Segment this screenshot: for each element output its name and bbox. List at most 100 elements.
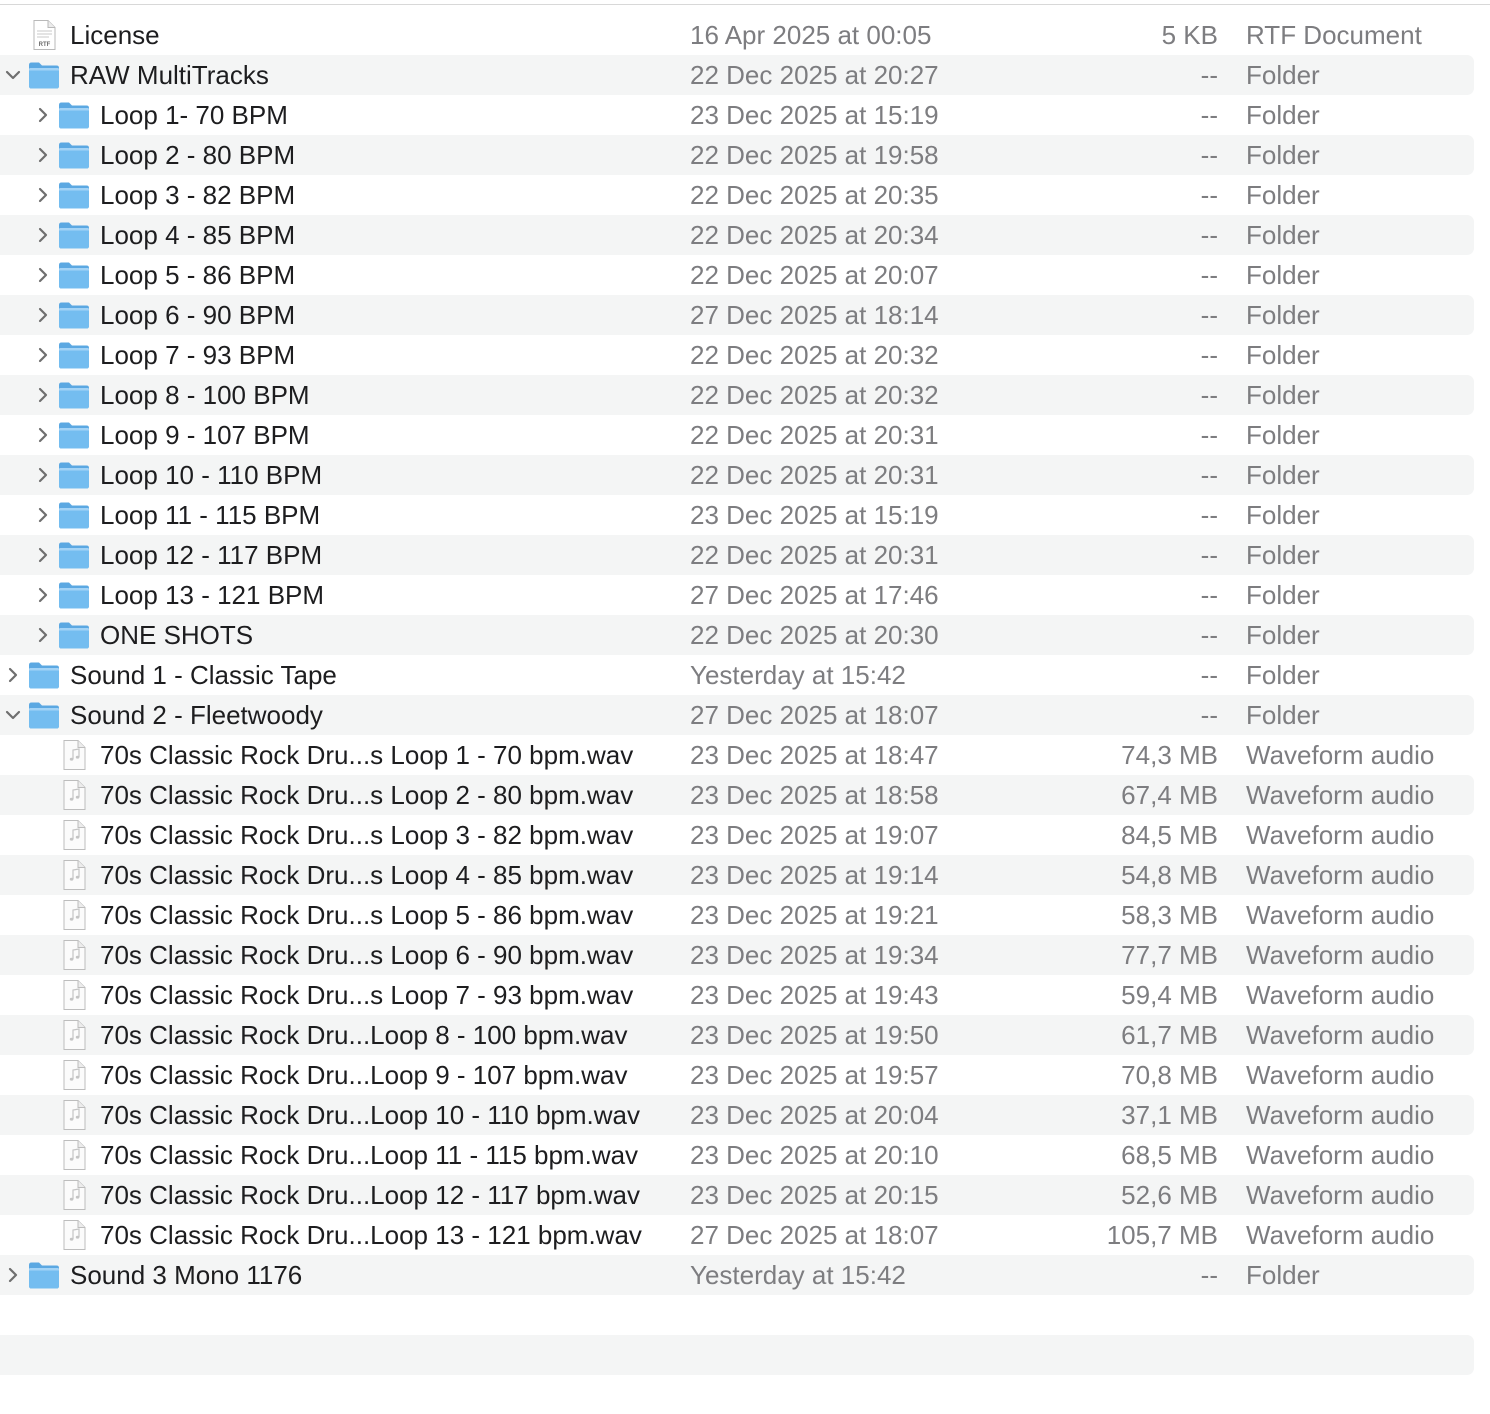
file-kind: Folder (1246, 180, 1320, 210)
item-name: 70s Classic Rock Dru...Loop 11 - 115 bpm… (100, 1140, 639, 1170)
chevron-right-icon[interactable] (31, 543, 55, 567)
file-row[interactable]: 70s Classic Rock Dru...Loop 12 - 117 bpm… (0, 1175, 1490, 1215)
file-row[interactable]: 70s Classic Rock Dru...s Loop 6 - 90 bpm… (0, 935, 1490, 975)
chevron-right-icon[interactable] (31, 463, 55, 487)
folder-row[interactable]: Loop 5 - 86 BPM 22 Dec 2025 at 20:07 -- Fol… (0, 255, 1490, 295)
file-kind: Waveform audio (1246, 1020, 1435, 1050)
file-size: -- (1200, 540, 1218, 570)
file-size: 61,7 MB (1121, 1020, 1218, 1050)
file-kind: Waveform audio (1246, 1180, 1435, 1210)
item-name: ONE SHOTS (100, 620, 254, 650)
file-row[interactable]: 70s Classic Rock Dru...Loop 9 - 107 bpm.… (0, 1055, 1490, 1095)
file-kind: Folder (1246, 300, 1320, 330)
date-modified: 22 Dec 2025 at 20:07 (690, 260, 939, 290)
file-row[interactable]: 70s Classic Rock Dru...s Loop 7 - 93 bpm… (0, 975, 1490, 1015)
folder-row[interactable]: Loop 1- 70 BPM 23 Dec 2025 at 15:19 -- Fold… (0, 95, 1490, 135)
chevron-right-icon[interactable] (31, 303, 55, 327)
file-kind: Waveform audio (1246, 780, 1435, 810)
date-modified: 23 Dec 2025 at 19:57 (690, 1060, 939, 1090)
chevron-right-icon[interactable] (1, 663, 25, 687)
chevron-right-icon[interactable] (31, 583, 55, 607)
folder-row[interactable]: Loop 3 - 82 BPM 22 Dec 2025 at 20:35 -- Fol… (0, 175, 1490, 215)
chevron-right-icon[interactable] (31, 383, 55, 407)
file-size: 58,3 MB (1121, 900, 1218, 930)
item-name: Loop 8 - 100 BPM (100, 380, 310, 410)
rtf-document-icon: RTF (27, 19, 61, 51)
folder-row[interactable]: Sound 1 - Classic Tape Yesterday at 15:42… (0, 655, 1490, 695)
folder-icon (57, 499, 91, 531)
file-size: 74,3 MB (1121, 740, 1218, 770)
file-row[interactable]: 70s Classic Rock Dru...s Loop 5 - 86 bpm… (0, 895, 1490, 935)
chevron-right-icon[interactable] (31, 143, 55, 167)
folder-row[interactable]: ONE SHOTS 22 Dec 2025 at 20:30 -- Folder (0, 615, 1490, 655)
item-name: Loop 9 - 107 BPM (100, 420, 310, 450)
folder-icon (57, 459, 91, 491)
file-row[interactable]: 70s Classic Rock Dru...Loop 13 - 121 bpm… (0, 1215, 1490, 1255)
file-size: -- (1200, 300, 1218, 330)
file-row[interactable]: 70s Classic Rock Dru...Loop 10 - 110 bpm… (0, 1095, 1490, 1135)
audio-file-icon (57, 979, 91, 1011)
folder-row[interactable]: Loop 9 - 107 BPM 22 Dec 2025 at 20:31 -- Fo… (0, 415, 1490, 455)
folder-row[interactable]: Loop 13 - 121 BPM 27 Dec 2025 at 17:46 -- F… (0, 575, 1490, 615)
file-row[interactable]: 70s Classic Rock Dru...s Loop 3 - 82 bpm… (0, 815, 1490, 855)
date-modified: 22 Dec 2025 at 20:27 (690, 60, 939, 90)
folder-row[interactable]: Sound 2 - Fleetwoody 27 Dec 2025 at 18:07… (0, 695, 1490, 735)
file-row[interactable]: 70s Classic Rock Dru...s Loop 1 - 70 bpm… (0, 735, 1490, 775)
folder-row[interactable]: Loop 11 - 115 BPM 23 Dec 2025 at 15:19 -- F… (0, 495, 1490, 535)
chevron-right-icon[interactable] (1, 1263, 25, 1287)
item-name: 70s Classic Rock Dru...Loop 9 - 107 bpm.… (100, 1060, 628, 1090)
folder-row[interactable]: Loop 2 - 80 BPM 22 Dec 2025 at 19:58 -- Fol… (0, 135, 1490, 175)
chevron-right-icon[interactable] (31, 183, 55, 207)
file-row[interactable]: 70s Classic Rock Dru...s Loop 4 - 85 bpm… (0, 855, 1490, 895)
folder-row[interactable]: RAW MultiTracks 22 Dec 2025 at 20:27 -- Fol… (0, 55, 1490, 95)
date-modified: 27 Dec 2025 at 18:07 (690, 1220, 939, 1250)
file-kind: Folder (1246, 700, 1320, 730)
item-name: Loop 3 - 82 BPM (100, 180, 296, 210)
file-row[interactable]: RTF License 16 Apr 2025 at 00:05 5 KB RTF D… (0, 15, 1490, 55)
audio-file-icon (57, 779, 91, 811)
folder-row[interactable]: Loop 7 - 93 BPM 22 Dec 2025 at 20:32 -- Fol… (0, 335, 1490, 375)
file-size: -- (1200, 180, 1218, 210)
chevron-right-icon[interactable] (31, 103, 55, 127)
folder-row[interactable]: Loop 10 - 110 BPM 22 Dec 2025 at 20:31 -- F… (0, 455, 1490, 495)
file-size: 52,6 MB (1121, 1180, 1218, 1210)
item-name: Loop 1- 70 BPM (100, 100, 288, 130)
item-name: 70s Classic Rock Dru...s Loop 7 - 93 bpm… (100, 980, 634, 1010)
date-modified: 22 Dec 2025 at 20:34 (690, 220, 939, 250)
item-name: 70s Classic Rock Dru...Loop 13 - 121 bpm… (100, 1220, 642, 1250)
file-kind: Waveform audio (1246, 1140, 1435, 1170)
audio-file-icon (57, 1099, 91, 1131)
file-kind: Folder (1246, 260, 1320, 290)
folder-icon (57, 419, 91, 451)
item-name: Loop 2 - 80 BPM (100, 140, 296, 170)
date-modified: 23 Dec 2025 at 19:14 (690, 860, 939, 890)
folder-row[interactable]: Sound 3 Mono 1176 Yesterday at 15:42 -- Fol… (0, 1255, 1490, 1295)
chevron-down-icon[interactable] (1, 63, 25, 87)
folder-icon (57, 99, 91, 131)
file-size: -- (1200, 620, 1218, 650)
folder-icon (57, 619, 91, 651)
item-name: 70s Classic Rock Dru...s Loop 2 - 80 bpm… (100, 780, 634, 810)
audio-file-icon (57, 739, 91, 771)
item-name: Loop 4 - 85 BPM (100, 220, 296, 250)
chevron-right-icon[interactable] (31, 503, 55, 527)
folder-row[interactable]: Loop 8 - 100 BPM 22 Dec 2025 at 20:32 -- Fo… (0, 375, 1490, 415)
file-row[interactable]: 70s Classic Rock Dru...Loop 8 - 100 bpm.… (0, 1015, 1490, 1055)
item-name: Loop 13 - 121 BPM (100, 580, 325, 610)
folder-icon (27, 1259, 61, 1291)
item-name: 70s Classic Rock Dru...s Loop 4 - 85 bpm… (100, 860, 634, 890)
file-kind: Waveform audio (1246, 1100, 1435, 1130)
chevron-right-icon[interactable] (31, 263, 55, 287)
file-size: 70,8 MB (1121, 1060, 1218, 1090)
chevron-right-icon[interactable] (31, 423, 55, 447)
empty-row (0, 1295, 1490, 1335)
chevron-down-icon[interactable] (1, 703, 25, 727)
file-row[interactable]: 70s Classic Rock Dru...s Loop 2 - 80 bpm… (0, 775, 1490, 815)
folder-row[interactable]: Loop 4 - 85 BPM 22 Dec 2025 at 20:34 -- Fol… (0, 215, 1490, 255)
folder-row[interactable]: Loop 12 - 117 BPM 22 Dec 2025 at 20:31 -- F… (0, 535, 1490, 575)
file-row[interactable]: 70s Classic Rock Dru...Loop 11 - 115 bpm… (0, 1135, 1490, 1175)
chevron-right-icon[interactable] (31, 623, 55, 647)
folder-row[interactable]: Loop 6 - 90 BPM 27 Dec 2025 at 18:14 -- Fol… (0, 295, 1490, 335)
chevron-right-icon[interactable] (31, 223, 55, 247)
chevron-right-icon[interactable] (31, 343, 55, 367)
